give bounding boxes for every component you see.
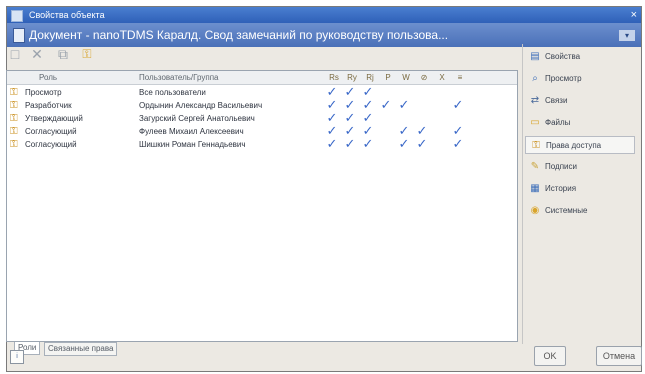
edit-icon[interactable]: ⧉ <box>54 46 72 62</box>
properties-icon: ▤ <box>530 51 540 62</box>
role-cell: Согласующий <box>25 140 77 149</box>
permission-column-icon[interactable]: Rs <box>329 73 339 82</box>
side-item-label: Системные <box>545 206 588 215</box>
title-bar: Свойства объекта × <box>7 7 641 23</box>
side-item-label: Просмотр <box>545 74 582 83</box>
user-cell: Фулеев Михаил Алексеевич <box>139 127 244 136</box>
role-key-icon: ⚿ <box>10 113 18 124</box>
permission-column-icon[interactable]: W <box>401 73 411 82</box>
side-item-label: Связи <box>545 96 568 105</box>
document-icon <box>13 28 25 43</box>
links-icon: ⇄ <box>530 95 540 106</box>
cancel-button[interactable]: Отмена <box>596 346 642 366</box>
side-item-0[interactable]: ▤ Свойства <box>525 48 635 66</box>
column-role[interactable]: Роль <box>39 71 129 84</box>
history-icon: ▦ <box>530 183 540 194</box>
key-icon[interactable]: ⚿ <box>78 46 96 62</box>
side-item-label: История <box>545 184 577 193</box>
delete-icon[interactable]: ✕ <box>28 46 46 62</box>
user-cell: Загурский Сергей Анатольевич <box>139 114 255 123</box>
permission-check-icon[interactable]: ✓ <box>325 137 339 151</box>
role-key-icon: ⚿ <box>10 100 18 111</box>
permission-column-icon[interactable]: X <box>437 73 447 82</box>
table-row[interactable]: ⚿ Просмотр Все пользователи ✓ ✓ ✓ <box>7 85 517 99</box>
permission-column-icon[interactable]: P <box>383 73 393 82</box>
bottom-tabs: Роли Связанные права <box>6 342 518 356</box>
side-item-6[interactable]: ▦ История <box>525 180 635 198</box>
role-cell: Согласующий <box>25 127 77 136</box>
role-key-icon: ⚿ <box>10 126 18 137</box>
close-icon[interactable]: × <box>631 7 637 23</box>
user-cell: Ордынин Александр Васильевич <box>139 101 263 110</box>
table-row[interactable]: ⚿ Согласующий Фулеев Михаил Алексеевич ✓ ✓ ✓ ✓… <box>7 124 517 138</box>
signature-icon: ✎ <box>530 161 540 172</box>
permission-check-icon[interactable]: ✓ <box>451 137 465 151</box>
table-header: Роль Пользователь/Группа Rs Ry Rj P W ⊘ X ≡ <box>7 71 517 85</box>
permission-check-icon[interactable]: ✓ <box>343 137 357 151</box>
permission-column-icon[interactable]: Rj <box>365 73 375 82</box>
role-cell: Разработчик <box>25 101 72 110</box>
permission-column-icon[interactable]: ⊘ <box>419 73 429 82</box>
side-item-4[interactable]: ⚿ Права доступа <box>525 136 635 154</box>
side-item-label: Подписи <box>545 162 577 171</box>
table-row[interactable]: ⚿ Утверждающий Загурский Сергей Анатольеви… <box>7 111 517 125</box>
search-icon: ⌕ <box>532 73 538 84</box>
key-icon: ⚿ <box>532 140 540 151</box>
info-icon[interactable]: i <box>10 350 24 364</box>
user-cell: Шишкин Роман Геннадьевич <box>139 140 246 149</box>
permissions-toolbar: □ ✕ ⧉ ⚿ <box>6 44 206 66</box>
side-item-label: Файлы <box>545 118 571 127</box>
side-item-label: Права доступа <box>546 141 602 150</box>
permission-check-icon[interactable]: ✓ <box>361 137 375 151</box>
app-icon <box>11 10 23 22</box>
permission-column-icon[interactable]: Ry <box>347 73 357 82</box>
permission-check-icon[interactable]: ✓ <box>397 98 411 112</box>
side-item-label: Свойства <box>545 52 581 61</box>
side-item-7[interactable]: ◉ Системные <box>525 202 635 220</box>
side-item-2[interactable]: ⇄ Связи <box>525 92 635 110</box>
files-icon: ▭ <box>530 117 540 128</box>
table-row[interactable]: ⚿ Согласующий Шишкин Роман Геннадьевич ✓ ✓ ✓ ✓… <box>7 137 517 151</box>
column-user[interactable]: Пользователь/Группа <box>139 71 319 84</box>
role-cell: Просмотр <box>25 88 62 97</box>
system-icon: ◉ <box>530 205 540 216</box>
side-panel: ▤ Свойства ⌕ Просмотр ⇄ Связи ▭ Файлы ⚿ Права дос… <box>522 44 637 344</box>
table-row[interactable]: ⚿ Разработчик Ордынин Александр Васильевич… <box>7 98 517 112</box>
permission-column-icon[interactable]: ≡ <box>455 73 465 82</box>
role-key-icon: ⚿ <box>10 139 18 150</box>
permission-check-icon[interactable]: ✓ <box>451 98 465 112</box>
side-item-3[interactable]: ▭ Файлы <box>525 114 635 132</box>
side-item-5[interactable]: ✎ Подписи <box>525 158 635 176</box>
permission-check-icon[interactable]: ✓ <box>379 98 393 112</box>
permission-check-icon[interactable]: ✓ <box>415 137 429 151</box>
window-title: Свойства объекта <box>29 10 105 20</box>
user-cell: Все пользователи <box>139 88 206 97</box>
permission-check-icon[interactable]: ✓ <box>397 137 411 151</box>
side-item-1[interactable]: ⌕ Просмотр <box>525 70 635 88</box>
tab-related-rights[interactable]: Связанные права <box>44 342 118 356</box>
permissions-table: Роль Пользователь/Группа Rs Ry Rj P W ⊘ X ≡ ⚿ Пр… <box>6 70 518 342</box>
add-icon[interactable]: □ <box>6 46 24 62</box>
role-key-icon: ⚿ <box>10 87 18 98</box>
ok-button[interactable]: OK <box>534 346 566 366</box>
document-menu-button[interactable]: ▾ <box>619 30 635 41</box>
role-cell: Утверждающий <box>25 114 83 123</box>
